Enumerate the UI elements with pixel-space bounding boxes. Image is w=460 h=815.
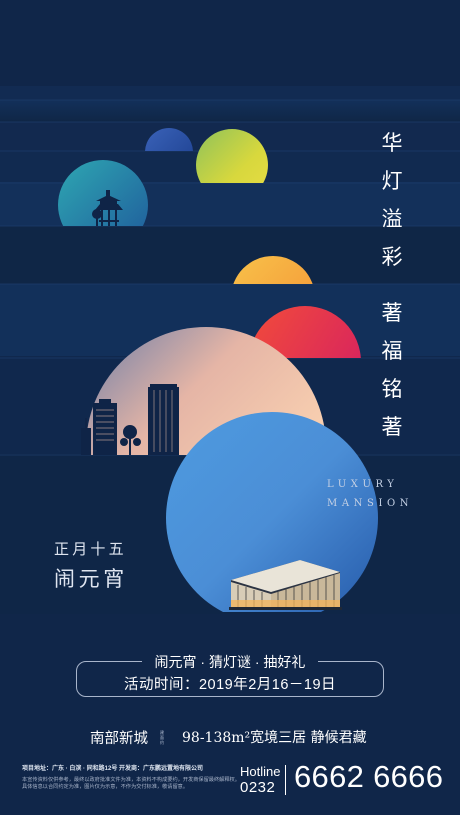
headline-top-vertical: 华 灯 溢 彩 — [380, 128, 404, 273]
luxury-text: LUXURY — [327, 479, 399, 490]
headline-char: 福 — [381, 339, 403, 363]
festival-name: 闹元宵 — [54, 567, 128, 591]
project-address: 项目地址：广东 · 白滨 · 同和路12号 开发商：广东鹏远置地有限公司 — [22, 766, 204, 772]
headline-char: 著 — [381, 301, 403, 325]
phone-number[interactable]: 6662 6666 — [294, 759, 443, 795]
mansion-text: MANSION — [327, 498, 414, 509]
hotline-label: Hotline — [240, 764, 281, 779]
event-time-text: 活动时间：2019年2月16－19日 — [123, 677, 337, 693]
disclaimer-line: 本宣传资料仅供参考，最终以政府批准文件为准，本资料不构成要约，开发商保留最终解释… — [22, 777, 240, 783]
activities-text: 闹元宵 · 猜灯谜 · 抽好礼 — [154, 654, 306, 670]
headline-char: 彩 — [381, 245, 403, 269]
headline-char: 华 — [381, 131, 403, 155]
festival-date: 正月十五 — [54, 540, 127, 558]
hotline-divider — [285, 765, 286, 795]
headline-char: 著 — [381, 415, 403, 439]
disclaimer-line: 具体信息以合同约定为准，图片仅为示意，不作为交付标准，敬请留意。 — [22, 784, 189, 790]
headline-char: 灯 — [381, 169, 403, 193]
area-label: 建面约 — [160, 730, 164, 745]
headline-char: 铭 — [381, 377, 403, 401]
hotline-area-code: 0232 — [240, 779, 276, 796]
tagline: 98-138m²宽境三居 静候君藏 — [182, 730, 367, 746]
poster: 华 灯 溢 彩 著 福 铭 著 LUXURY MANSION 正月十五 闹元宵 … — [0, 0, 460, 815]
headline-char: 溢 — [381, 207, 403, 231]
district-name: 南部新城 — [90, 731, 148, 747]
headline-bottom-vertical: 著 福 铭 著 — [380, 298, 404, 443]
